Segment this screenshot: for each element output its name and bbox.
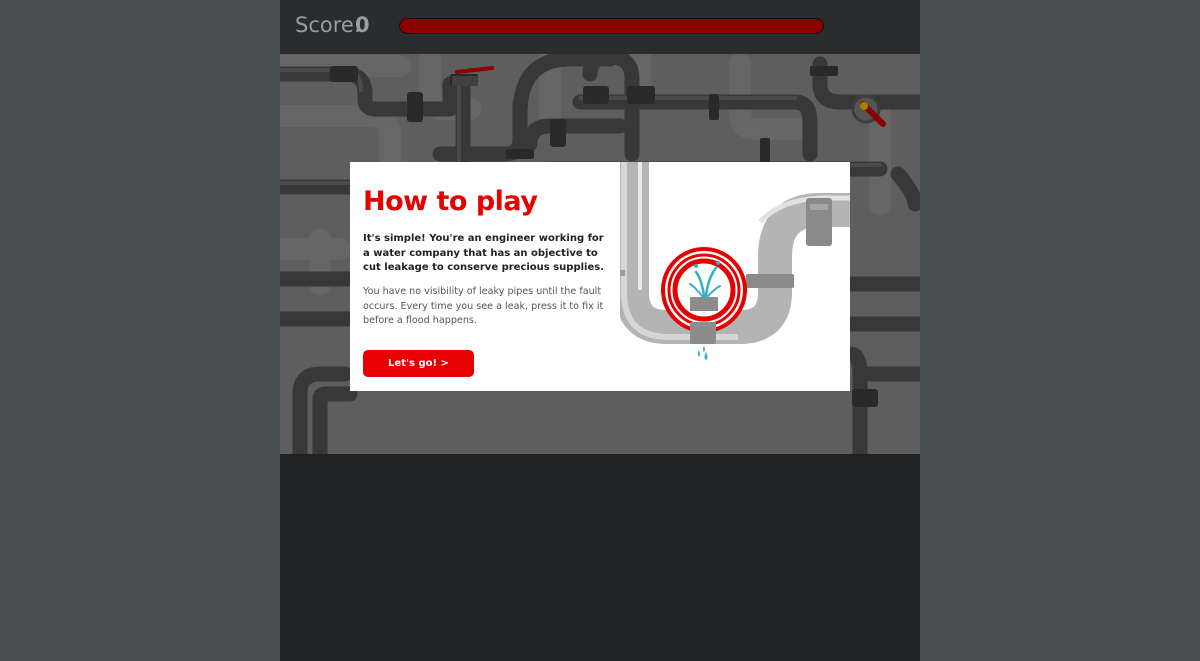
dialog-title: How to play — [363, 186, 538, 217]
score-bar: Score: 0 — [280, 0, 920, 54]
lets-go-button[interactable]: Let's go! > — [363, 350, 474, 377]
dialog-intro-text: It's simple! You're an engineer working … — [363, 233, 605, 273]
leak-icon — [661, 247, 747, 333]
game-frame: Score: 0 How to play It's simple! You're… — [280, 0, 920, 661]
how-to-play-dialog: How to play It's simple! You're an engin… — [350, 162, 850, 391]
score-value: 0 — [355, 13, 370, 37]
dialog-body-text: You have no visibility of leaky pipes un… — [363, 286, 604, 326]
leak-illustration — [615, 162, 850, 391]
flood-level-fill — [400, 19, 823, 33]
score-label: Score: — [295, 13, 361, 37]
flood-level-bar — [399, 18, 824, 34]
water-drop-icon — [698, 346, 708, 360]
